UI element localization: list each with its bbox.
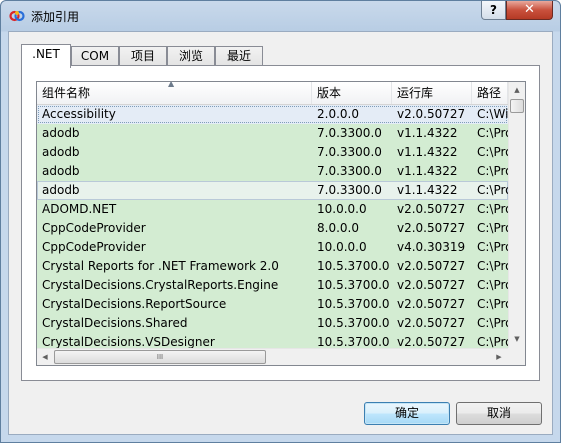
cell-runtime: v2.0.50727: [397, 221, 466, 235]
scroll-left-icon[interactable]: ◀: [37, 349, 53, 365]
cell-path: C:\Pro: [477, 145, 508, 159]
scroll-down-icon[interactable]: ▼: [509, 331, 525, 348]
title-bar[interactable]: 添加引用 ? ✕: [1, 1, 560, 31]
cell-runtime: v2.0.50727: [397, 278, 466, 292]
cell-name: CppCodeProvider: [42, 221, 146, 235]
help-button[interactable]: ?: [481, 1, 506, 20]
cell-version: 10.5.3700.0: [317, 316, 390, 330]
cell-name: CppCodeProvider: [42, 240, 146, 254]
horizontal-scrollbar[interactable]: ◀ III ▶: [37, 348, 508, 365]
cell-path: C:\Pro: [477, 202, 508, 216]
add-reference-dialog: 添加引用 ? ✕ .NET COM 项目 浏览 最近 ▲ 组件名称 版本 运行库…: [0, 0, 561, 443]
cell-name: CrystalDecisions.ReportSource: [42, 297, 227, 311]
cell-runtime: v1.1.4322: [397, 145, 458, 159]
cell-version: 10.0.0.0: [317, 202, 367, 216]
cell-runtime: v2.0.50727: [397, 259, 466, 273]
cell-name: ADOMD.NET: [42, 202, 117, 216]
tab-recent[interactable]: 最近: [215, 46, 263, 66]
cell-path: C:\Pro: [477, 164, 508, 178]
list-row[interactable]: adodb 7.0.3300.0 v1.1.4322 C:\Pro: [37, 143, 508, 162]
component-list[interactable]: ▲ 组件名称 版本 运行库 路径 Accessibility 2.0.0.0 v2.…: [36, 81, 526, 366]
cell-path: C:\Pro: [477, 297, 508, 311]
cell-version: 10.5.3700.0: [317, 259, 390, 273]
list-row[interactable]: CrystalDecisions.ReportSource 10.5.3700.0…: [37, 295, 508, 314]
tab-projects[interactable]: 项目: [119, 46, 167, 66]
sort-ascending-icon: ▲: [168, 82, 175, 88]
cell-runtime: v2.0.50727: [397, 316, 466, 330]
list-row[interactable]: adodb 7.0.3300.0 v1.1.4322 C:\Pro: [37, 181, 508, 200]
column-header-version[interactable]: 版本: [312, 82, 392, 104]
cell-version: 10.0.0.0: [317, 240, 367, 254]
list-row[interactable]: CrystalDecisions.Shared 10.5.3700.0 v2.0.5…: [37, 314, 508, 333]
scrollbar-corner: [508, 348, 525, 365]
list-row[interactable]: CppCodeProvider 8.0.0.0 v2.0.50727 C:\Pro: [37, 219, 508, 238]
cell-path: C:\Pro: [477, 240, 508, 254]
cell-name: CrystalDecisions.Shared: [42, 316, 188, 330]
vertical-scroll-thumb[interactable]: [510, 99, 524, 113]
cell-path: C:\Pro: [477, 183, 508, 197]
list-row[interactable]: Accessibility 2.0.0.0 v2.0.50727 C:\Wi: [37, 105, 508, 124]
cell-name: adodb: [42, 183, 80, 197]
cell-name: adodb: [42, 126, 80, 140]
cell-version: 10.5.3700.0: [317, 278, 390, 292]
tab-dotnet[interactable]: .NET: [21, 44, 71, 68]
cell-runtime: v1.1.4322: [397, 164, 458, 178]
cancel-button[interactable]: 取消: [456, 402, 542, 425]
close-button[interactable]: ✕: [506, 1, 553, 20]
app-icon: [9, 10, 25, 22]
scroll-up-icon[interactable]: ▲: [509, 82, 525, 99]
cell-runtime: v2.0.50727: [397, 107, 466, 121]
cell-name: adodb: [42, 145, 80, 159]
window-title: 添加引用: [31, 10, 80, 24]
column-header-runtime[interactable]: 运行库: [392, 82, 472, 104]
cell-path: C:\Pro: [477, 316, 508, 330]
dialog-client-area: .NET COM 项目 浏览 最近 ▲ 组件名称 版本 运行库 路径 Acces…: [8, 31, 553, 435]
tab-panel-dotnet: ▲ 组件名称 版本 运行库 路径 Accessibility 2.0.0.0 v2.…: [21, 65, 540, 381]
vertical-scrollbar[interactable]: ▲ ▼: [508, 82, 525, 348]
cell-runtime: v4.0.30319: [397, 240, 466, 254]
cell-name: adodb: [42, 164, 80, 178]
list-header: ▲ 组件名称 版本 运行库 路径: [37, 82, 508, 105]
cell-name: Crystal Reports for .NET Framework 2.0: [42, 259, 279, 273]
list-row[interactable]: adodb 7.0.3300.0 v1.1.4322 C:\Pro: [37, 162, 508, 181]
cell-version: 7.0.3300.0: [317, 164, 382, 178]
cell-name: Accessibility: [42, 107, 116, 121]
cell-path: C:\Pro: [477, 278, 508, 292]
cell-version: 7.0.3300.0: [317, 145, 382, 159]
scroll-right-icon[interactable]: ▶: [491, 349, 507, 365]
tab-browse[interactable]: 浏览: [167, 46, 215, 66]
cell-version: 7.0.3300.0: [317, 183, 382, 197]
column-header-name-label: 组件名称: [42, 86, 91, 100]
ok-button[interactable]: 确定: [364, 402, 450, 425]
cell-runtime: v2.0.50727: [397, 297, 466, 311]
list-row[interactable]: CrystalDecisions.CrystalReports.Engine 10…: [37, 276, 508, 295]
cell-path: C:\Pro: [477, 221, 508, 235]
cell-name: CrystalDecisions.CrystalReports.Engine: [42, 278, 279, 292]
cell-version: 8.0.0.0: [317, 221, 359, 235]
cell-path: C:\Wi: [477, 107, 508, 121]
list-row[interactable]: adodb 7.0.3300.0 v1.1.4322 C:\Pro: [37, 124, 508, 143]
list-row[interactable]: ADOMD.NET 10.0.0.0 v2.0.50727 C:\Pro: [37, 200, 508, 219]
column-header-name[interactable]: ▲ 组件名称: [37, 82, 312, 104]
cell-version: 2.0.0.0: [317, 107, 359, 121]
tab-com[interactable]: COM: [71, 46, 119, 66]
cell-path: C:\Pro: [477, 126, 508, 140]
horizontal-scroll-thumb[interactable]: III: [54, 350, 266, 364]
column-header-path[interactable]: 路径: [472, 82, 508, 104]
cell-runtime: v2.0.50727: [397, 202, 466, 216]
cell-version: 7.0.3300.0: [317, 126, 382, 140]
list-row[interactable]: CppCodeProvider 10.0.0.0 v4.0.30319 C:\Pro: [37, 238, 508, 257]
cell-version: 10.5.3700.0: [317, 297, 390, 311]
cell-runtime: v1.1.4322: [397, 126, 458, 140]
cell-runtime: v1.1.4322: [397, 183, 458, 197]
cell-path: C:\Pro: [477, 259, 508, 273]
list-row[interactable]: Crystal Reports for .NET Framework 2.0 10…: [37, 257, 508, 276]
